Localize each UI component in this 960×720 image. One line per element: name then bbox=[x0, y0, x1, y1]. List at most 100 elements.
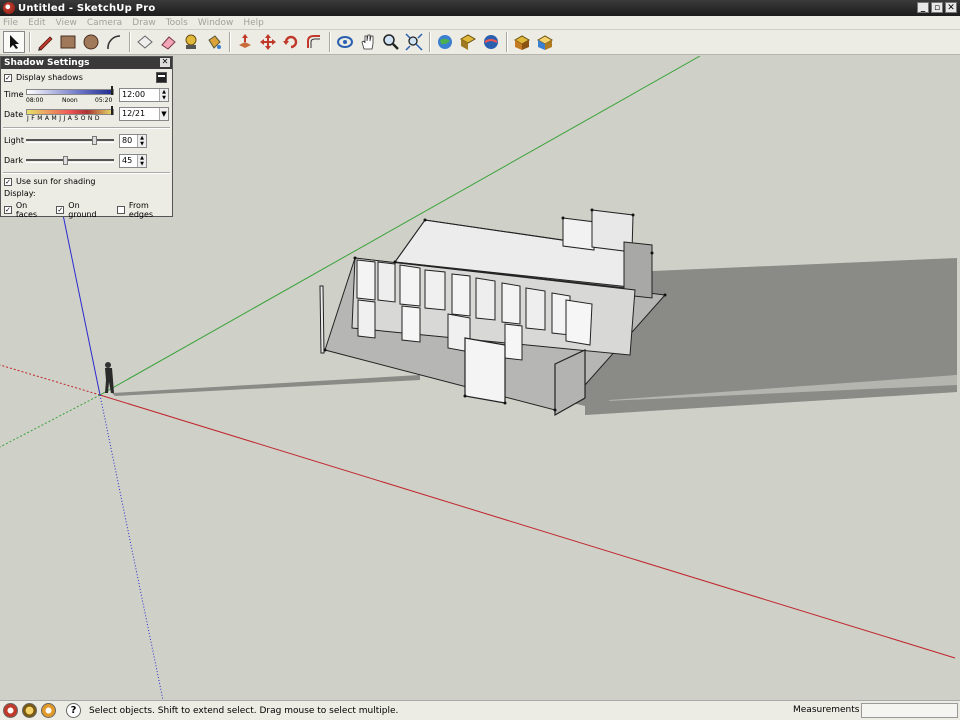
time-spinner-arrows[interactable]: ▲ ▼ bbox=[159, 89, 168, 101]
zoom-extents-icon bbox=[405, 33, 423, 51]
geo-location-icon[interactable] bbox=[3, 703, 18, 718]
on-ground-checkbox[interactable]: ✓ bbox=[56, 206, 65, 214]
use-sun-checkbox[interactable]: ✓ bbox=[4, 177, 12, 186]
collapse-icon bbox=[158, 75, 165, 77]
select-arrow-icon bbox=[10, 35, 19, 49]
arc-tool-button[interactable] bbox=[103, 31, 125, 53]
date-dropdown-arrow[interactable]: ▼ bbox=[159, 108, 168, 120]
select-tool-button[interactable] bbox=[3, 31, 25, 53]
time-noon-label: Noon bbox=[62, 97, 78, 104]
green-axis-negative bbox=[0, 394, 101, 448]
make-component-tool-button[interactable] bbox=[134, 31, 156, 53]
line-tool-button[interactable] bbox=[34, 31, 56, 53]
offset-icon bbox=[307, 35, 320, 48]
menu-tools[interactable]: Tools bbox=[166, 18, 188, 28]
credits-icon[interactable] bbox=[22, 703, 37, 718]
date-months-label: J F M A M J J A S O N D bbox=[27, 115, 100, 122]
rotate-tool-button[interactable] bbox=[280, 31, 302, 53]
menu-draw[interactable]: Draw bbox=[132, 18, 156, 28]
time-start-label: 08:00 bbox=[26, 97, 44, 104]
menu-camera[interactable]: Camera bbox=[87, 18, 122, 28]
time-slider-marker[interactable] bbox=[111, 86, 113, 95]
menu-file[interactable]: File bbox=[3, 18, 18, 28]
components-icon bbox=[513, 35, 531, 50]
display-shadows-checkbox[interactable]: ✓ bbox=[4, 73, 12, 82]
minimize-button[interactable]: _ bbox=[917, 2, 929, 13]
rotate-icon bbox=[283, 35, 298, 49]
time-value: 12:00 bbox=[122, 90, 146, 99]
tape-measure-tool-button[interactable] bbox=[180, 31, 202, 53]
zoom-tool-button[interactable] bbox=[380, 31, 402, 53]
time-input[interactable]: 12:00 ▲ ▼ bbox=[119, 88, 169, 102]
panel-header: Shadow Settings ✕ bbox=[1, 57, 172, 69]
zoom-extents-tool-button[interactable] bbox=[403, 31, 425, 53]
light-slider-thumb[interactable] bbox=[92, 136, 97, 145]
toolbar-separator bbox=[129, 32, 131, 52]
light-spinner-arrows[interactable]: ▲ ▼ bbox=[137, 135, 146, 147]
red-axis-negative bbox=[0, 364, 101, 396]
on-faces-label: On faces bbox=[15, 201, 38, 219]
time-end-label: 05:20 bbox=[95, 97, 113, 104]
dark-label: Dark bbox=[4, 156, 23, 165]
orbit-icon bbox=[337, 36, 353, 48]
panel-divider bbox=[3, 172, 170, 174]
push-pull-tool-button[interactable] bbox=[234, 31, 256, 53]
google-earth-button[interactable] bbox=[480, 31, 502, 53]
rectangle-tool-button[interactable] bbox=[57, 31, 79, 53]
dark-slider[interactable] bbox=[26, 156, 114, 165]
share-model-button[interactable] bbox=[457, 31, 479, 53]
help-icon[interactable]: ? bbox=[66, 703, 81, 718]
photo-textures-button[interactable] bbox=[534, 31, 556, 53]
toolbar-separator bbox=[506, 32, 508, 52]
pan-tool-button[interactable] bbox=[357, 31, 379, 53]
menu-view[interactable]: View bbox=[56, 18, 77, 28]
photo-textures-icon bbox=[536, 35, 554, 50]
circle-icon bbox=[83, 34, 99, 50]
window-title: Untitled - SketchUp Pro bbox=[18, 2, 156, 14]
front-screen-panel bbox=[464, 337, 506, 404]
date-value: 12/21 bbox=[122, 109, 146, 118]
light-value: 80 bbox=[122, 136, 133, 145]
light-input[interactable]: 80 ▲ ▼ bbox=[119, 134, 147, 148]
date-input[interactable]: 12/21 ▼ bbox=[119, 107, 169, 121]
on-faces-checkbox[interactable]: ✓ bbox=[4, 206, 12, 214]
move-tool-button[interactable] bbox=[257, 31, 279, 53]
menu-edit[interactable]: Edit bbox=[28, 18, 45, 28]
get-models-button[interactable] bbox=[434, 31, 456, 53]
paint-bucket-tool-button[interactable] bbox=[203, 31, 225, 53]
dark-slider-thumb[interactable] bbox=[63, 156, 68, 165]
measurements-label: Measurements bbox=[793, 705, 860, 715]
display-options-row: ✓ On faces ✓ On ground From edges bbox=[4, 201, 172, 219]
measurements-input[interactable] bbox=[861, 703, 958, 718]
person-figure bbox=[105, 362, 114, 393]
menu-help[interactable]: Help bbox=[243, 18, 264, 28]
eraser-tool-button[interactable] bbox=[157, 31, 179, 53]
orbit-tool-button[interactable] bbox=[334, 31, 356, 53]
close-window-button[interactable]: ✕ bbox=[945, 2, 957, 13]
blue-axis bbox=[59, 199, 101, 396]
from-edges-checkbox[interactable] bbox=[117, 206, 125, 214]
dark-input[interactable]: 45 ▲ ▼ bbox=[119, 154, 147, 168]
push-pull-icon bbox=[239, 34, 251, 48]
dark-spinner-arrows[interactable]: ▲ ▼ bbox=[137, 155, 146, 167]
collapse-details-button[interactable] bbox=[156, 72, 167, 83]
close-panel-button[interactable]: ✕ bbox=[160, 58, 170, 67]
red-axis bbox=[99, 394, 956, 659]
menu-window[interactable]: Window bbox=[198, 18, 234, 28]
toolbar-separator bbox=[329, 32, 331, 52]
pencil-icon bbox=[38, 36, 53, 51]
maximize-button[interactable]: ▫ bbox=[931, 2, 943, 13]
standalone-panel bbox=[319, 285, 325, 354]
offset-tool-button[interactable] bbox=[303, 31, 325, 53]
date-label: Date bbox=[4, 110, 24, 119]
light-slider[interactable] bbox=[26, 136, 114, 145]
move-icon bbox=[260, 34, 276, 50]
date-slider-marker[interactable] bbox=[111, 106, 113, 115]
time-slider[interactable] bbox=[26, 89, 114, 95]
eraser-icon bbox=[161, 36, 176, 50]
sketchup-window: Untitled - SketchUp Pro _ ▫ ✕ File Edit … bbox=[0, 0, 960, 720]
circle-tool-button[interactable] bbox=[80, 31, 102, 53]
user-icon[interactable] bbox=[41, 703, 56, 718]
components-button[interactable] bbox=[511, 31, 533, 53]
magnifier-icon bbox=[383, 34, 399, 50]
